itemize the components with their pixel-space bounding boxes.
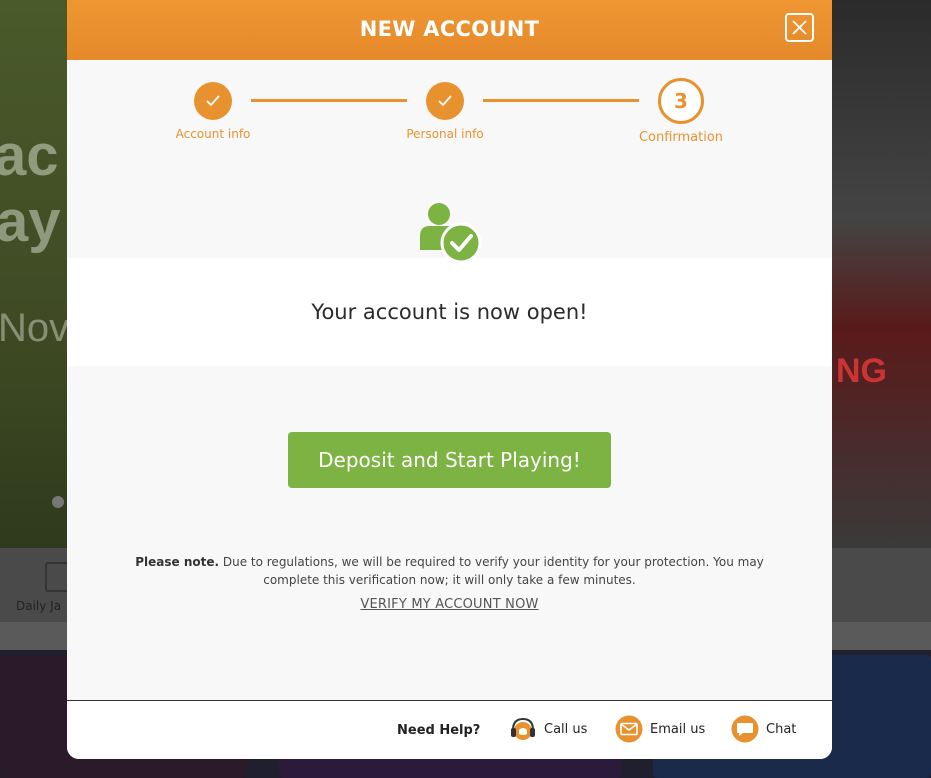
category-label: Daily Ja [16,599,62,613]
deposit-start-playing-button[interactable]: Deposit and Start Playing! [288,432,611,488]
step-label-account-info: Account info [175,127,251,141]
check-icon [206,95,220,107]
verify-account-link[interactable]: VERIFY MY ACCOUNT NOW [67,597,832,612]
close-icon [792,20,807,35]
call-us-label: Call us [544,722,588,737]
hero-text-1: ac [0,123,59,188]
verification-note: Please note. Due to regulations, we will… [117,553,782,589]
email-us-label: Email us [650,722,706,737]
note-text: Due to regulations, we will be required … [219,555,764,587]
check-icon [438,95,452,107]
step-label-confirmation: Confirmation [638,130,724,145]
step-label-personal-info: Personal info [406,127,484,141]
need-help-label: Need Help? [397,723,481,738]
email-icon [615,715,643,743]
carousel-dot [52,496,64,508]
step-connector [251,99,407,102]
close-button[interactable] [785,13,814,42]
headset-icon [511,717,535,740]
hero-banner-right [832,0,931,548]
new-account-modal: NEW ACCOUNT 3 Account info Personal info… [67,0,832,759]
user-check-icon [420,203,482,264]
hero-text-2: ay [0,189,61,254]
chat-label: Chat [766,722,797,737]
step-number: 3 [674,89,688,113]
step-connector [483,99,639,102]
step-confirmation-current: 3 [658,78,704,124]
hero-text-3: Nov [0,306,70,350]
chat-bubble-icon [731,715,759,743]
help-footer: Need Help? Call us Email us Chat [67,700,832,759]
step-account-info-done [194,82,232,120]
note-bold: Please note. [135,555,220,569]
hero-right-text: NG [836,352,887,390]
modal-title: NEW ACCOUNT [359,17,540,41]
step-personal-info-done [426,82,464,120]
account-open-message: Your account is now open! [311,300,588,324]
